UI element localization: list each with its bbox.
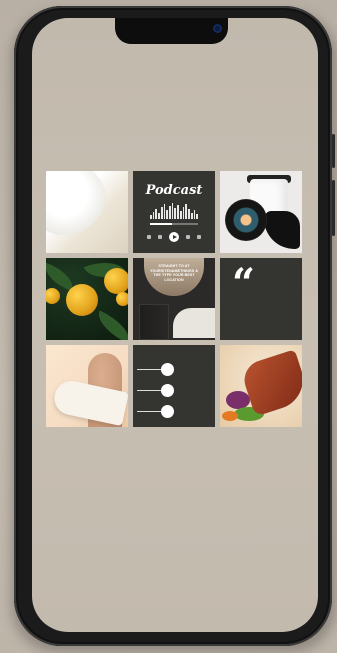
side-button [332,134,335,168]
grid-tile-surfboard[interactable] [46,345,128,427]
play-icon[interactable] [169,232,179,242]
timeline-dot [161,363,174,376]
notch [115,18,228,44]
grid-tile-quote[interactable]: “ [220,258,302,340]
quote-mark-icon: “ [232,260,256,307]
wall-panel [139,304,169,340]
bathtub [173,308,215,338]
grid-tile-oranges[interactable] [46,258,128,340]
prev-icon[interactable] [147,235,151,239]
orange-fruit [66,284,98,316]
interior-caption: STRAIGHT TO AT YOURSITENAMETHINGS & THE … [149,264,199,282]
podcast-progress-fill [150,223,172,225]
orange-fruit [46,288,60,304]
audio-waveform-icon [150,203,198,219]
orange-fruit [104,268,128,294]
rewind-icon[interactable] [158,235,162,239]
next-icon[interactable] [197,235,201,239]
forward-icon[interactable] [186,235,190,239]
camera-icon [213,24,222,33]
podcast-title: Podcast [145,183,203,198]
grid-tile-foam[interactable] [46,171,128,253]
podcast-controls [147,231,201,243]
vegetable [222,411,238,421]
grid-tile-coffee[interactable] [220,171,302,253]
volume-button [332,180,335,236]
timeline-dot [161,384,174,397]
chair-shape [264,211,300,249]
orange-fruit [116,292,128,306]
grid-tile-interior[interactable]: STRAIGHT TO AT YOURSITENAMETHINGS & THE … [133,258,215,340]
plate [225,199,267,241]
foam-wave [46,171,106,235]
grid-tile-timeline[interactable] [133,345,215,427]
grid-tile-podcast[interactable]: Podcast [133,171,215,253]
timeline-dot [161,405,174,418]
instagram-grid: Podcast STRAIGHT TO AT YOURSITENAMETHING… [46,171,302,427]
leaf [92,310,128,340]
grid-tile-food[interactable] [220,345,302,427]
podcast-progress-bar[interactable] [150,223,198,225]
